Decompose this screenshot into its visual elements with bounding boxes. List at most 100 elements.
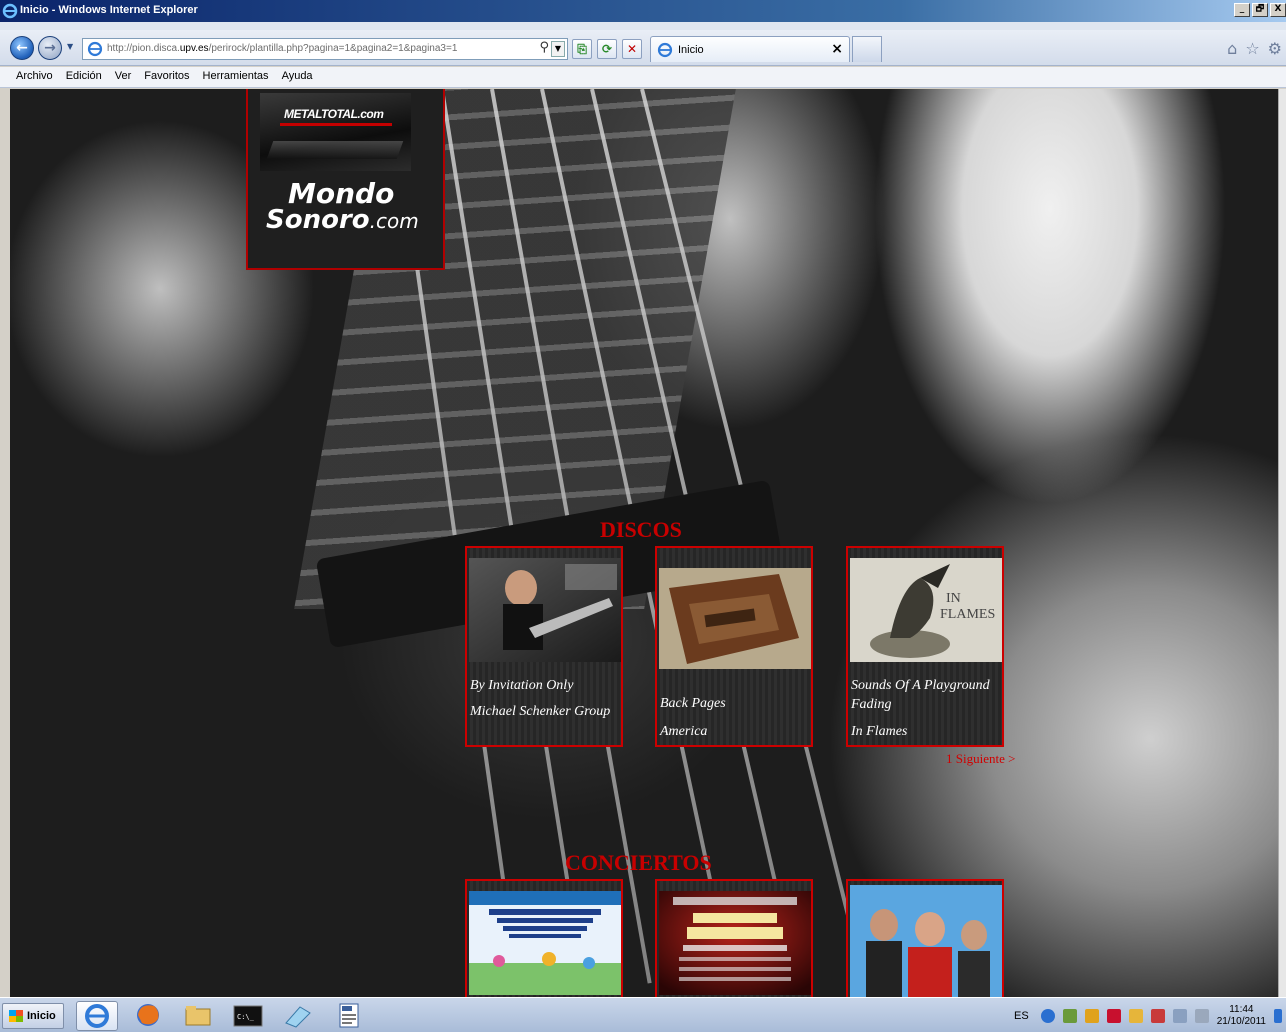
- svg-text:C:\_: C:\_: [237, 1013, 255, 1021]
- concert-card[interactable]: [655, 879, 813, 997]
- svg-text:FLAMES: FLAMES: [940, 607, 995, 622]
- album-card[interactable]: Back Pages America: [655, 546, 813, 747]
- address-url[interactable]: http://pion.disca.upv.es/perirock/planti…: [107, 43, 457, 54]
- mondosonoro-logo[interactable]: Mondo Sonoro.com: [266, 177, 419, 235]
- menu-archivo[interactable]: Archivo: [16, 67, 59, 87]
- ie-icon: [2, 3, 18, 19]
- title-bar: Inicio - Windows Internet Explorer _ 🗗 X: [0, 0, 1286, 30]
- album-cover-image: [659, 568, 811, 669]
- navigation-bar: ← → ▼ http://pion.disca.upv.es/perirock/…: [0, 30, 1286, 66]
- show-desktop-button[interactable]: [1274, 1009, 1282, 1023]
- album-artist: Michael Schenker Group: [470, 704, 611, 719]
- tab-page-icon: [657, 42, 673, 58]
- tab-label: Inicio: [678, 44, 704, 56]
- concert-poster-sonisphere[interactable]: [659, 891, 811, 995]
- taskbar-firefox-button[interactable]: [128, 1001, 170, 1031]
- folder-icon: [185, 1006, 211, 1026]
- address-dropdown-icon[interactable]: ▼: [551, 41, 565, 57]
- menu-ver[interactable]: Ver: [115, 67, 138, 87]
- menu-favoritos[interactable]: Favoritos: [144, 67, 195, 87]
- window-controls: _ 🗗 X: [1234, 3, 1286, 17]
- clock-date: 21/10/2011: [1216, 1016, 1266, 1027]
- taskbar-ie-button[interactable]: [76, 1001, 118, 1031]
- tools-gear-icon[interactable]: ⚙: [1268, 39, 1282, 58]
- mondosonoro-line2: Sonoro: [266, 205, 370, 235]
- close-button[interactable]: X: [1270, 3, 1286, 17]
- antivirus-icon[interactable]: [1106, 1009, 1121, 1023]
- menu-bar: Archivo Edición Ver Favoritos Herramient…: [0, 67, 1286, 88]
- partner-links-panel: METALTOTAL.com Mondo Sonoro.com: [246, 89, 445, 270]
- taskbar-cmd-button[interactable]: C:\_: [228, 1001, 270, 1031]
- refresh-icon[interactable]: ⟳: [597, 39, 617, 59]
- favorites-star-icon[interactable]: ☆: [1245, 39, 1259, 58]
- compatibility-icon[interactable]: ⎘: [572, 39, 592, 59]
- system-tray: ES 11:44 21/10/2011: [1010, 1001, 1286, 1031]
- safely-remove-icon[interactable]: [1062, 1009, 1077, 1023]
- alert-icon[interactable]: [1150, 1009, 1165, 1023]
- album-cover-image: [469, 558, 621, 662]
- network-icon[interactable]: [1040, 1009, 1055, 1023]
- album-cover-inflames[interactable]: IN FLAMES: [850, 558, 1002, 662]
- menu-ayuda[interactable]: Ayuda: [282, 67, 319, 87]
- display-icon[interactable]: [1172, 1009, 1187, 1023]
- album-title: Sounds Of A Playground Fading: [851, 678, 990, 712]
- tab-close-icon[interactable]: ×: [831, 41, 843, 57]
- security-icon[interactable]: [1128, 1009, 1143, 1023]
- album-card[interactable]: By Invitation Only Michael Schenker Grou…: [465, 546, 623, 747]
- updates-icon[interactable]: [1084, 1009, 1099, 1023]
- system-clock[interactable]: 11:44 21/10/2011: [1217, 1004, 1266, 1028]
- mondosonoro-line1: Mondo: [288, 177, 395, 210]
- concert-poster-image: [659, 891, 811, 995]
- firefox-icon: [137, 1004, 159, 1026]
- start-button[interactable]: Inicio: [2, 1003, 64, 1029]
- search-icon[interactable]: ⚲: [539, 40, 549, 55]
- menu-edicion[interactable]: Edición: [66, 67, 108, 87]
- address-bar[interactable]: http://pion.disca.upv.es/perirock/planti…: [82, 38, 568, 60]
- maximize-button[interactable]: 🗗: [1252, 3, 1268, 17]
- concert-card[interactable]: [846, 879, 1004, 997]
- new-tab-button[interactable]: [852, 36, 882, 62]
- taskbar-pdf-button[interactable]: [328, 1001, 370, 1031]
- concert-photo-band[interactable]: [850, 885, 1002, 997]
- album-card[interactable]: IN FLAMES Sounds Of A Playground Fading …: [846, 546, 1004, 747]
- mondosonoro-com: .com: [369, 209, 419, 233]
- taskbar: Inicio C:\_ ES 11:44 21/10/2011: [0, 997, 1286, 1032]
- address-path: /perirock/plantilla.php?pagina=1&pagina2…: [208, 43, 458, 54]
- page-content: METALTOTAL.com Mondo Sonoro.com DISCOS B…: [10, 89, 1278, 997]
- ie-icon: [85, 1004, 109, 1028]
- taskbar-explorer-button[interactable]: [178, 1001, 220, 1031]
- command-prompt-icon: C:\_: [233, 1005, 263, 1027]
- concert-poster-fib[interactable]: [469, 891, 621, 995]
- metaltotal-logo-text: METALTOTAL.com: [284, 107, 384, 121]
- volume-icon[interactable]: [1194, 1009, 1209, 1023]
- eraser-icon: [285, 1006, 311, 1028]
- address-prefix: http://pion.disca.: [107, 43, 180, 54]
- album-cover-america[interactable]: [659, 568, 811, 669]
- windows-logo-icon: [9, 1010, 23, 1022]
- menu-herramientas[interactable]: Herramientas: [203, 67, 275, 87]
- discos-pagination-link[interactable]: 1 Siguiente >: [946, 751, 1015, 767]
- stop-icon[interactable]: ✕: [622, 39, 642, 59]
- window-title: Inicio - Windows Internet Explorer: [20, 4, 198, 16]
- forward-button[interactable]: →: [38, 36, 62, 60]
- minimize-button[interactable]: _: [1234, 3, 1250, 17]
- page-icon: [87, 41, 103, 57]
- discos-heading: DISCOS: [600, 517, 682, 542]
- home-icon[interactable]: ⌂: [1227, 39, 1237, 58]
- conciertos-heading: CONCIERTOS: [565, 850, 712, 875]
- tab-inicio[interactable]: Inicio ×: [650, 36, 850, 62]
- concert-poster-image: [469, 891, 621, 995]
- language-indicator[interactable]: ES: [1014, 1010, 1029, 1022]
- concert-card[interactable]: [465, 879, 623, 997]
- album-artist: In Flames: [851, 724, 908, 739]
- vertical-scrollbar[interactable]: [1278, 89, 1286, 997]
- history-dropdown-icon[interactable]: ▼: [67, 42, 77, 52]
- album-title: By Invitation Only: [470, 678, 574, 693]
- back-button[interactable]: ←: [10, 36, 34, 60]
- start-label: Inicio: [27, 1010, 56, 1022]
- album-cover-msg[interactable]: [469, 558, 621, 662]
- address-domain: upv.es: [179, 43, 209, 54]
- metaltotal-logo-bar: [280, 123, 392, 126]
- taskbar-eraser-button[interactable]: [278, 1001, 320, 1031]
- metaltotal-logo[interactable]: METALTOTAL.com: [260, 93, 411, 171]
